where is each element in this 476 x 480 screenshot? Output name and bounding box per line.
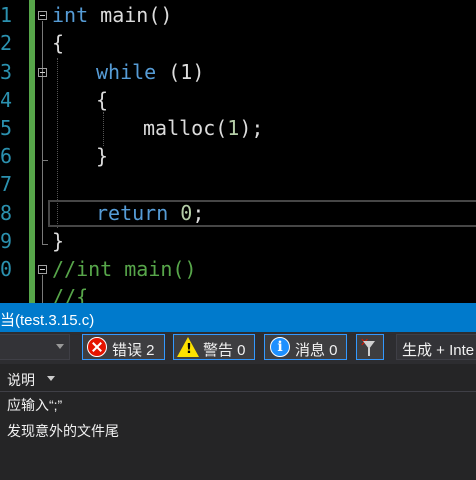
filter-icon xyxy=(363,341,375,356)
keyword: int xyxy=(52,3,89,27)
error-list-toolbar: 错误 2 ! 警告 0 i 消息 0 ✕ 生成 + Inte xyxy=(0,332,476,364)
code-text: main() xyxy=(88,3,173,27)
error-row[interactable]: 应输入“;” xyxy=(0,392,476,418)
code-line[interactable]: } xyxy=(52,227,64,255)
line-number: 1 xyxy=(0,3,12,27)
messages-filter-button[interactable]: i 消息 0 xyxy=(264,334,347,360)
code-line[interactable]: while (1) xyxy=(96,58,204,86)
code-line[interactable]: { xyxy=(96,86,108,114)
line-number: 6 xyxy=(0,144,12,168)
error-icon xyxy=(87,337,107,357)
code-line[interactable]: int main() xyxy=(52,1,172,29)
indent-guide xyxy=(103,112,104,146)
code-line[interactable]: malloc(1); xyxy=(143,114,263,142)
error-description: 发现意外的文件尾 xyxy=(7,423,119,439)
error-list: 应输入“;” 发现意外的文件尾 xyxy=(0,392,476,480)
info-icon: i xyxy=(270,337,290,357)
clear-filter-button[interactable]: ✕ xyxy=(356,334,384,360)
error-list-title-bar[interactable]: 当(test.3.15.c) xyxy=(0,303,476,332)
error-description: 应输入“;” xyxy=(7,397,63,413)
keyword: return xyxy=(96,201,169,225)
code-line[interactable]: } xyxy=(96,142,108,170)
line-number: 9 xyxy=(0,229,12,253)
keyword: while xyxy=(96,60,157,84)
code-line[interactable]: //{ xyxy=(52,283,88,303)
line-number: 5 xyxy=(0,116,12,140)
code-punct: ( xyxy=(215,116,228,140)
outline-guide xyxy=(42,275,43,303)
line-number: 2 xyxy=(0,31,12,55)
line-number: 3 xyxy=(0,60,12,84)
change-tracking-bar xyxy=(29,0,35,303)
code-line[interactable]: { xyxy=(52,29,64,57)
errors-filter-button[interactable]: 错误 2 xyxy=(82,334,165,360)
outline-guide xyxy=(42,21,43,244)
column-header-description: 说明 xyxy=(7,372,35,388)
error-row[interactable]: 发现意外的文件尾 xyxy=(0,418,476,444)
code-punct xyxy=(168,201,180,225)
panel-title: 当(test.3.15.c) xyxy=(0,312,95,329)
line-number: 0 xyxy=(0,257,12,281)
warnings-filter-button[interactable]: ! 警告 0 xyxy=(173,334,255,360)
scope-dropdown[interactable] xyxy=(0,334,70,360)
line-number: 8 xyxy=(0,201,12,225)
build-source-dropdown[interactable]: 生成 + Inte xyxy=(396,334,476,360)
errors-label: 错误 2 xyxy=(112,342,155,359)
messages-label: 消息 0 xyxy=(295,342,338,359)
line-number: 4 xyxy=(0,88,12,112)
warnings-label: 警告 0 xyxy=(203,342,246,359)
code-text: (1) xyxy=(156,60,205,84)
outline-end-tick xyxy=(42,160,48,161)
line-number-gutter: 1 2 3 4 5 6 7 8 9 0 xyxy=(0,0,14,303)
warning-icon: ! xyxy=(177,337,199,357)
code-punct: ); xyxy=(239,116,264,140)
code-line[interactable]: return 0; xyxy=(96,199,204,227)
code-punct: ; xyxy=(192,201,205,225)
collapse-comment-icon[interactable] xyxy=(38,265,47,274)
function-name: malloc xyxy=(143,116,216,140)
code-line[interactable]: //int main() xyxy=(52,255,197,283)
number-literal: 0 xyxy=(180,201,193,225)
collapse-while-icon[interactable] xyxy=(38,68,47,77)
number-literal: 1 xyxy=(227,116,240,140)
collapse-main-icon[interactable] xyxy=(38,11,47,20)
column-header[interactable]: 说明 xyxy=(0,364,476,392)
outline-end-tick xyxy=(42,244,48,245)
build-source-label: 生成 + Inte xyxy=(402,342,475,359)
chevron-down-icon xyxy=(56,344,64,349)
code-editor[interactable]: 1 2 3 4 5 6 7 8 9 0 int main() { while (… xyxy=(0,0,476,303)
sort-chevron-icon[interactable] xyxy=(47,376,55,381)
line-number: 7 xyxy=(0,172,12,196)
